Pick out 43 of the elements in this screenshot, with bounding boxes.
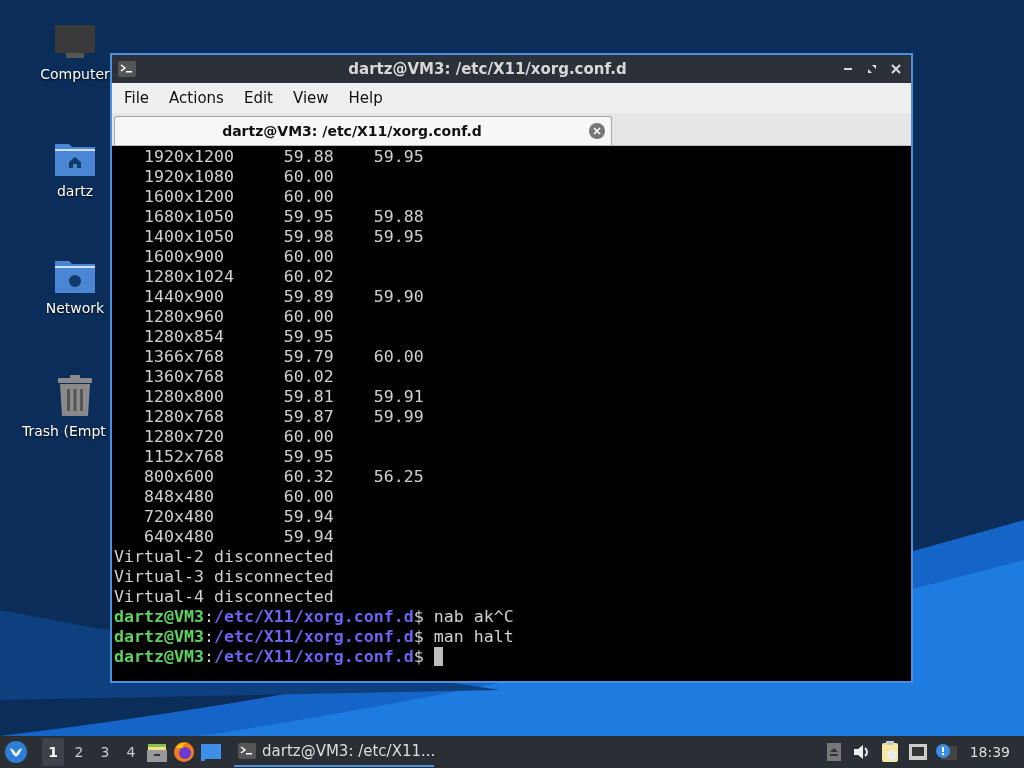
desktop-icon-label[interactable]: Trash (Empt bbox=[22, 423, 106, 439]
output-line: 1920x1080 60.00 bbox=[142, 167, 335, 187]
output-line: 1680x1050 59.95 59.88 bbox=[142, 207, 425, 227]
output-line: 1440x900 59.89 59.90 bbox=[142, 287, 425, 307]
output-line: 640x480 59.94 bbox=[142, 527, 335, 547]
clock[interactable]: 18:39 bbox=[961, 744, 1020, 760]
output-line: 1280x1024 60.02 bbox=[142, 267, 335, 287]
output-line: 720x480 59.94 bbox=[142, 507, 335, 527]
menu-item[interactable]: Actions bbox=[159, 89, 234, 107]
taskbar-task[interactable]: dartz@VM3: /etc/X11... bbox=[234, 737, 434, 767]
output-line: Virtual-3 disconnected bbox=[114, 567, 335, 587]
output-line: Virtual-2 disconnected bbox=[114, 547, 335, 567]
workspace-button[interactable]: 2 bbox=[68, 738, 90, 766]
output-line: 1400x1050 59.98 59.95 bbox=[142, 227, 425, 247]
output-line: 1280x720 60.00 bbox=[142, 427, 335, 447]
output-line: 1600x900 60.00 bbox=[142, 247, 335, 267]
menu-item[interactable]: Help bbox=[338, 89, 393, 107]
output-line: 1280x800 59.81 59.91 bbox=[142, 387, 425, 407]
output-line: 1152x768 59.95 bbox=[142, 447, 335, 467]
workspace-button[interactable]: 3 bbox=[94, 738, 116, 766]
prompt-line: dartz@VM3:/etc/X11/xorg.conf.d$ man halt bbox=[114, 627, 514, 646]
desktop-icon-label[interactable]: Network bbox=[45, 300, 105, 316]
output-line: Virtual-4 disconnected bbox=[114, 587, 335, 607]
output-line: 848x480 60.00 bbox=[142, 487, 335, 507]
workspace-button[interactable]: 1 bbox=[42, 738, 64, 766]
desktop-icon-label[interactable]: dartz bbox=[56, 183, 94, 199]
prompt-line: dartz@VM3:/etc/X11/xorg.conf.d$ nab ak^C bbox=[114, 607, 514, 626]
window-title: dartz@VM3: /etc/X11/xorg.conf.d bbox=[347, 60, 628, 78]
menu-item[interactable]: View bbox=[282, 89, 339, 107]
output-line: 1280x768 59.87 59.99 bbox=[142, 407, 425, 427]
output-line: 1366x768 59.79 60.00 bbox=[142, 347, 425, 367]
output-line: 800x600 60.32 56.25 bbox=[142, 467, 425, 487]
output-line: 1600x1200 60.00 bbox=[142, 187, 335, 207]
output-line: 1360x768 60.02 bbox=[142, 367, 335, 387]
output-line: 1280x960 60.00 bbox=[142, 307, 335, 327]
desktop-icon-label[interactable]: Computer bbox=[40, 66, 110, 82]
output-line: 1280x854 59.95 bbox=[142, 327, 335, 347]
workspace-button[interactable]: 4 bbox=[120, 738, 142, 766]
terminal-tab[interactable]: dartz@VM3: /etc/X11/xorg.conf.d bbox=[114, 116, 612, 145]
menu-item[interactable]: File bbox=[114, 89, 160, 107]
prompt-line: dartz@VM3:/etc/X11/xorg.conf.d$ bbox=[114, 647, 424, 666]
menu-item[interactable]: Edit bbox=[233, 89, 283, 107]
output-line: 1920x1200 59.88 59.95 bbox=[142, 147, 425, 167]
